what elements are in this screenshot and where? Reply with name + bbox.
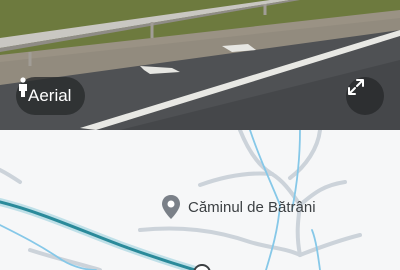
aerial-view-button[interactable]: Aerial: [16, 77, 86, 115]
map-view[interactable]: Căminul de Bătrâni: [0, 130, 400, 270]
place-label[interactable]: Căminul de Bătrâni: [188, 199, 316, 216]
expand-button[interactable]: [346, 77, 384, 115]
map-pin-icon[interactable]: [161, 194, 181, 220]
aerial-label: Aerial: [28, 86, 72, 105]
person-icon: [19, 77, 27, 97]
street-view-preview[interactable]: Aerial: [0, 0, 400, 130]
expand-icon: [348, 79, 364, 95]
